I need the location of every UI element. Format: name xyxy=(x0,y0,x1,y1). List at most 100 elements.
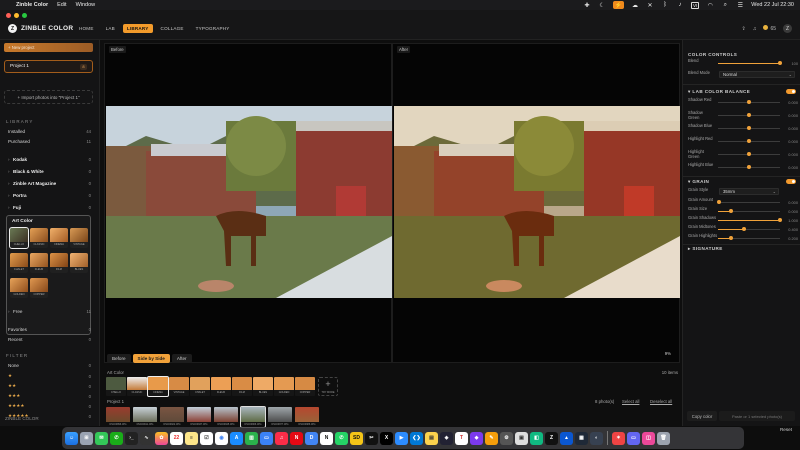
menu-edit[interactable]: Edit xyxy=(57,2,66,8)
preset-thumb[interactable]: GOLDEN xyxy=(274,377,294,396)
zoom-window-icon[interactable] xyxy=(22,13,27,18)
slider-knob[interactable] xyxy=(742,227,746,231)
slider-value[interactable]: 0.000 xyxy=(788,126,798,131)
slider-value[interactable]: 0.000 xyxy=(788,165,798,170)
preset-thumb[interactable]: FLEUR xyxy=(211,377,231,396)
app-store-icon[interactable]: A xyxy=(230,431,243,445)
slider-knob[interactable] xyxy=(778,61,782,65)
project-photo-thumb[interactable]: DSC00896.JPG xyxy=(106,407,130,427)
preset-thumb[interactable]: CLASSIC xyxy=(127,377,147,396)
preset-swatch[interactable]: VINTAGE xyxy=(70,228,88,248)
slider-knob[interactable] xyxy=(729,209,733,213)
tab-library[interactable]: LIBRARY xyxy=(122,24,153,33)
messages-app-icon[interactable]: ✉ xyxy=(95,431,108,445)
reminders-app-icon[interactable]: ☑ xyxy=(200,431,213,445)
pages-app-icon[interactable]: ✎ xyxy=(485,431,498,445)
new-project-button[interactable]: + New project xyxy=(4,43,93,52)
slider-knob[interactable] xyxy=(747,152,751,156)
paste-color-button[interactable]: Paste or 1 selected photo(s) xyxy=(719,411,795,421)
project-photo-thumb[interactable]: DSC00922.JPG xyxy=(160,407,184,427)
capcut-app-icon[interactable]: ✂ xyxy=(365,431,378,445)
slider-track[interactable] xyxy=(718,202,780,203)
sketch-app-icon[interactable]: ✶ xyxy=(612,431,625,445)
sidebar-item-installed[interactable]: Installed 44 xyxy=(8,129,91,134)
davinci-app-icon[interactable]: ◈ xyxy=(440,431,453,445)
keynote-app-icon[interactable]: ▭ xyxy=(260,431,273,445)
onlyoffice-app-icon[interactable]: ◧ xyxy=(530,431,543,445)
avatar[interactable]: Z xyxy=(783,24,792,33)
grain-highlights-slider[interactable]: Grain Highlights 0.200 xyxy=(688,233,798,243)
slider-value[interactable]: 100 xyxy=(792,61,799,66)
tab-lab[interactable]: LAB xyxy=(102,24,119,33)
slider-value[interactable]: 0.000 xyxy=(788,113,798,118)
chrome-app-icon[interactable]: ◉ xyxy=(215,431,228,445)
numbers-app-icon[interactable]: ▥ xyxy=(245,431,258,445)
shadow-green-slider[interactable]: Shadow Green 0.000 xyxy=(688,110,798,120)
finder-app-icon[interactable]: ☺ xyxy=(65,431,78,445)
lab-balance-toggle[interactable] xyxy=(786,89,796,94)
wechat-app-icon[interactable]: ✆ xyxy=(110,431,123,445)
preset-swatch[interactable]: BLUES xyxy=(70,253,88,273)
deselect-all-link[interactable]: Deselect all xyxy=(650,399,672,404)
slider-knob[interactable] xyxy=(747,139,751,143)
preset-swatch[interactable]: CHALET xyxy=(10,253,28,273)
slider-knob[interactable] xyxy=(747,100,751,104)
signature-title[interactable]: ▸ SIGNATURE xyxy=(688,246,723,252)
menu-window[interactable]: Window xyxy=(76,2,96,8)
activity-monitor-icon[interactable]: ∿ xyxy=(140,431,153,445)
vscode-status-icon[interactable]: ✕ xyxy=(646,2,654,9)
sidebar-item-black-white[interactable]: › Black & White 0 xyxy=(8,169,91,174)
music-status-icon[interactable]: ♪ xyxy=(676,2,684,8)
sidebar-item-fuji[interactable]: › Fuji 0 xyxy=(8,205,91,210)
slider-value[interactable]: 0.000 xyxy=(788,139,798,144)
photos-app-icon[interactable]: ✿ xyxy=(155,431,168,445)
import-photos-button[interactable]: + Import photos into "Project 1" xyxy=(4,90,93,104)
preset-swatch[interactable]: FLEUR xyxy=(30,253,48,273)
project-photo-thumb[interactable]: DSC00937.JPG xyxy=(187,407,211,427)
filter-rating-3[interactable]: ★★★ 0 xyxy=(8,393,91,399)
screen-app-icon[interactable]: ▭ xyxy=(627,431,640,445)
project-photo-thumb[interactable]: DSC00986.JPG xyxy=(295,407,319,427)
x-app-icon[interactable]: X xyxy=(380,431,393,445)
notes-app-icon[interactable]: ≡ xyxy=(185,431,198,445)
preset-thumb[interactable]: FILM xyxy=(232,377,252,396)
grain-style-select[interactable]: 35mm ⌄ xyxy=(719,188,779,195)
select-all-link[interactable]: Select all xyxy=(622,399,639,404)
zinble-app-icon[interactable]: Z xyxy=(545,431,558,445)
lab-balance-title[interactable]: ▾ LAB COLOR BALANCE xyxy=(688,89,750,95)
preset-swatch[interactable]: GOLDEN xyxy=(10,278,28,298)
slider-knob[interactable] xyxy=(747,165,751,169)
stickies-app-icon[interactable]: ▤ xyxy=(425,431,438,445)
filter-rating-none[interactable]: None 0 xyxy=(8,363,91,368)
zoom-level[interactable]: 9% xyxy=(665,351,671,356)
shadow-blue-slider[interactable]: Shadow Blue 0.000 xyxy=(688,123,798,133)
slider-value[interactable]: 0.000 xyxy=(788,200,798,205)
minimize-window-icon[interactable] xyxy=(14,13,19,18)
reset-button[interactable]: Reset xyxy=(780,427,792,432)
drive-app-icon[interactable]: ▲ xyxy=(560,431,573,445)
netflix-app-icon[interactable]: N xyxy=(290,431,303,445)
filter-rating-4[interactable]: ★★★★ 0 xyxy=(8,403,91,409)
search-icon[interactable]: ⌕ xyxy=(721,2,729,9)
grain-title[interactable]: ▾ GRAIN xyxy=(688,179,709,185)
sidebar-item-purchased[interactable]: Purchased 11 xyxy=(8,139,91,144)
shadow-red-slider[interactable]: Shadow Red 0.000 xyxy=(688,97,798,107)
tab-collage[interactable]: COLLAGE xyxy=(157,24,188,33)
project-photo-thumb[interactable]: DSC00966.JPG xyxy=(240,406,266,428)
control-center-icon[interactable]: ☰ xyxy=(736,2,744,9)
project-item[interactable]: Project 1 8 xyxy=(4,60,93,73)
slider-value[interactable]: 0.000 xyxy=(788,209,798,214)
preset-thumb[interactable]: BLUES xyxy=(253,377,273,396)
copy-color-button[interactable]: Copy color xyxy=(687,411,717,421)
zoom-app-icon[interactable]: ▶ xyxy=(395,431,408,445)
slider-knob[interactable] xyxy=(717,200,721,204)
highlight-red-slider[interactable]: Highlight Red 0.000 xyxy=(688,136,798,146)
preset-thumb[interactable]: CHELLO xyxy=(106,377,126,396)
project-photo-thumb[interactable]: DSC00945.JPG xyxy=(214,407,238,427)
terminal-app-icon[interactable]: ›_ xyxy=(125,431,138,445)
vscode-app-icon[interactable]: ❮❯ xyxy=(410,431,423,445)
preset-thumb[interactable]: COPPER xyxy=(295,377,315,396)
battery-icon[interactable]: VI xyxy=(691,1,700,9)
tab-typography[interactable]: TYPOGRAPHY xyxy=(192,24,234,33)
slider-knob[interactable] xyxy=(747,126,751,130)
